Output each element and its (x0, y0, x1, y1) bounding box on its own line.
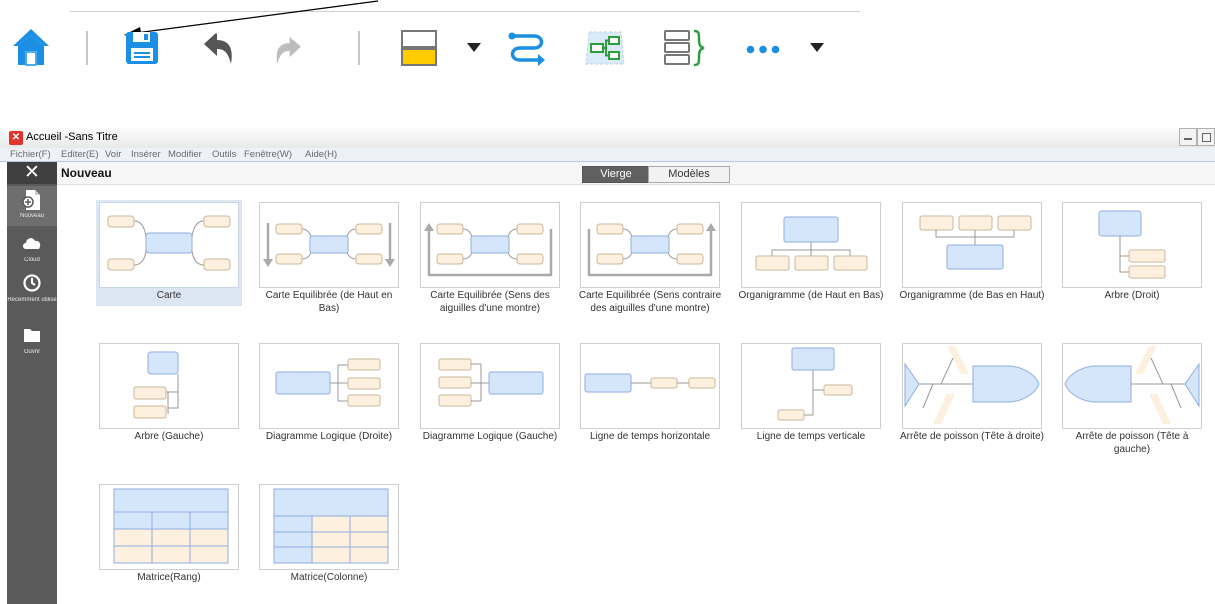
restore-button[interactable] (1197, 128, 1215, 146)
sidebar-item-label: Nouveau (19, 213, 45, 219)
sidebar-item-label: Cloud (24, 257, 40, 263)
sidebar-item-label: Récemment utilisé (7, 297, 57, 303)
template-label: Carte Equilibrée (Sens contraire des aig… (578, 290, 722, 314)
menu-aide[interactable]: Aide(H) (305, 148, 337, 161)
template-thumbnail (902, 343, 1042, 429)
template-label: Carte Equilibrée (Sens des aiguilles d'u… (430, 290, 550, 314)
menu-outils[interactable]: Outils (212, 148, 236, 161)
cloud-icon (23, 238, 41, 249)
dropdown-arrow-icon[interactable] (467, 43, 481, 52)
template-diagramme-logique-gauche[interactable]: Diagramme Logique (Gauche) (417, 341, 563, 447)
close-icon[interactable]: ✕ (7, 162, 57, 184)
clock-icon (23, 274, 41, 292)
toolbar-separator (358, 31, 360, 65)
template-carte-horaire[interactable]: Carte Equilibrée (Sens des aiguilles d'u… (417, 200, 563, 314)
more-icon[interactable] (746, 45, 780, 54)
menu-voir[interactable]: Voir (105, 148, 121, 161)
template-ligne-temps-verticale[interactable]: Ligne de temps verticale (738, 341, 884, 447)
template-matrice-colonne[interactable]: Matrice(Colonne) (256, 482, 402, 588)
restore-icon (1202, 133, 1211, 142)
window-title: Accueil -Sans Titre (26, 131, 118, 143)
template-label: Matrice(Rang) (137, 572, 201, 583)
template-label: Organigramme (de Haut en Bas) (738, 290, 884, 301)
template-label: Matrice(Colonne) (290, 572, 368, 583)
template-thumbnail (259, 484, 399, 570)
titlebar: ✕ Accueil -Sans Titre (0, 128, 1215, 148)
template-thumbnail (741, 202, 881, 288)
top-toolbar (0, 0, 1215, 100)
template-label: Diagramme Logique (Droite) (265, 431, 393, 442)
template-thumbnail (99, 484, 239, 570)
menu-inserer[interactable]: Insérer (131, 148, 161, 161)
template-grid: Carte Carte Equilibrée (de Haut en Bas) (57, 185, 1215, 604)
sidebar-item-cloud[interactable]: Cloud (7, 230, 57, 270)
template-thumbnail (902, 202, 1042, 288)
template-thumbnail (420, 343, 560, 429)
tab-modeles[interactable]: Modèles (648, 166, 730, 183)
tab-vierge[interactable]: Vierge (582, 166, 650, 183)
template-label: Organigramme (de Bas en Haut) (899, 290, 1045, 301)
sidebar-item-ouvrir[interactable]: Ouvrir (7, 322, 57, 362)
summary-icon[interactable] (663, 29, 707, 67)
template-label: Arbre (Droit) (1104, 290, 1160, 301)
template-carte-antihoraire[interactable]: Carte Equilibrée (Sens contraire des aig… (577, 200, 723, 314)
save-icon[interactable] (125, 31, 159, 65)
menu-fenetre[interactable]: Fenêtre(W) (244, 148, 292, 161)
sidebar-item-recent[interactable]: Récemment utilisé (7, 270, 57, 310)
template-thumbnail (99, 343, 239, 429)
minimize-button[interactable] (1179, 128, 1197, 146)
template-arbre-gauche[interactable]: Arbre (Gauche) (96, 341, 242, 447)
header-row: Nouveau Vierge Modèles (57, 162, 1215, 185)
window-controls (1179, 128, 1215, 146)
template-thumbnail (741, 343, 881, 429)
template-thumbnail (259, 343, 399, 429)
sidebar: ✕ Nouveau Cloud Récemment utilisé Ouvrir (7, 162, 57, 604)
template-label: Ligne de temps verticale (756, 431, 866, 442)
template-organigramme-haut-bas[interactable]: Organigramme (de Haut en Bas) (738, 200, 884, 306)
template-label: Arbre (Gauche) (134, 431, 204, 442)
sidebar-item-label: Ouvrir (23, 349, 41, 355)
template-carte-haut-bas[interactable]: Carte Equilibrée (de Haut en Bas) (256, 200, 402, 314)
template-organigramme-bas-haut[interactable]: Organigramme (de Bas en Haut) (899, 200, 1045, 306)
new-file-icon (22, 190, 40, 210)
app-logo-icon: ✕ (9, 131, 23, 145)
template-matrice-rang[interactable]: Matrice(Rang) (96, 482, 242, 588)
toolbar-separator (86, 31, 88, 65)
home-icon[interactable] (12, 27, 50, 67)
template-label: Ligne de temps horizontale (589, 431, 711, 442)
template-label: Arrête de poisson (Tête à droite) (900, 431, 1044, 442)
template-diagramme-logique-droite[interactable]: Diagramme Logique (Droite) (256, 341, 402, 447)
template-ligne-temps-horizontale[interactable]: Ligne de temps horizontale (577, 341, 723, 447)
menu-modifier[interactable]: Modifier (168, 148, 202, 161)
template-thumbnail (1062, 202, 1202, 288)
template-label: Carte (156, 290, 182, 301)
template-thumbnail (580, 202, 720, 288)
template-arbre-droit[interactable]: Arbre (Droit) (1059, 200, 1205, 306)
template-thumbnail (259, 202, 399, 288)
template-thumbnail (99, 202, 239, 288)
template-thumbnail (1062, 343, 1202, 429)
template-thumbnail (580, 343, 720, 429)
undo-icon[interactable] (204, 33, 236, 65)
template-thumbnail (420, 202, 560, 288)
redo-icon[interactable] (273, 37, 301, 65)
menu-editer[interactable]: Editer(E) (61, 148, 98, 161)
dropdown-arrow-icon[interactable] (810, 43, 824, 52)
template-arrete-poisson-gauche[interactable]: Arrête de poisson (Tête à gauche) (1059, 341, 1205, 455)
topic-style-icon[interactable] (400, 29, 438, 67)
boundary-icon[interactable] (585, 31, 625, 65)
relationship-icon[interactable] (508, 30, 546, 66)
template-arrete-poisson-droite[interactable]: Arrête de poisson (Tête à droite) (899, 341, 1045, 447)
minimize-icon (1184, 138, 1192, 140)
template-label: Diagramme Logique (Gauche) (422, 431, 558, 442)
menubar: Fichier(F) Editer(E) Voir Insérer Modifi… (0, 148, 1215, 162)
sidebar-item-nouveau[interactable]: Nouveau (7, 186, 57, 226)
folder-icon (24, 329, 40, 342)
app-window: ✕ Accueil -Sans Titre Fichier(F) Editer(… (0, 128, 1215, 604)
template-carte[interactable]: Carte (96, 200, 242, 306)
template-label: Arrête de poisson (Tête à gauche) (1075, 431, 1189, 455)
menu-fichier[interactable]: Fichier(F) (10, 148, 51, 161)
template-label: Carte Equilibrée (de Haut en Bas) (265, 290, 393, 314)
page-title: Nouveau (61, 166, 112, 180)
